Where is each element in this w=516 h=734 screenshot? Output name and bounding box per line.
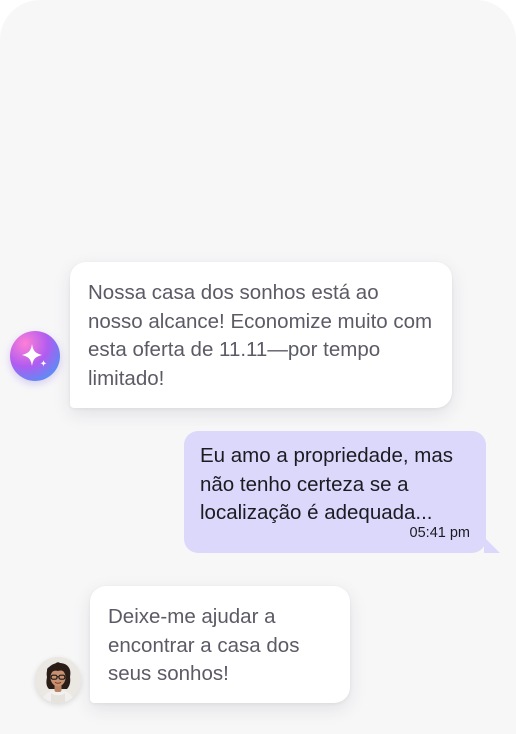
chat-panel: Nossa casa dos sonhos está ao nosso alca…	[0, 0, 516, 734]
bubble-tail	[484, 537, 500, 553]
bot-message-text: Nossa casa dos sonhos está ao nosso alca…	[88, 281, 433, 390]
person-avatar-icon	[35, 657, 81, 703]
user-message-bubble: Eu amo a propriedade, mas não tenho cert…	[184, 431, 500, 553]
agent-message-bubble: Deixe-me ajudar a encontrar a casa dos s…	[90, 586, 350, 703]
user-message-text: Eu amo a propriedade, mas não tenho cert…	[200, 444, 453, 524]
sparkle-icon	[22, 344, 47, 367]
bot-message-bubble: Nossa casa dos sonhos está ao nosso alca…	[70, 262, 452, 408]
agent-avatar[interactable]	[35, 657, 81, 703]
message-timestamp: 05:41 pm	[409, 525, 470, 541]
bot-avatar-sparkle-icon	[10, 331, 60, 381]
agent-message-text: Deixe-me ajudar a encontrar a casa dos s…	[108, 605, 300, 685]
